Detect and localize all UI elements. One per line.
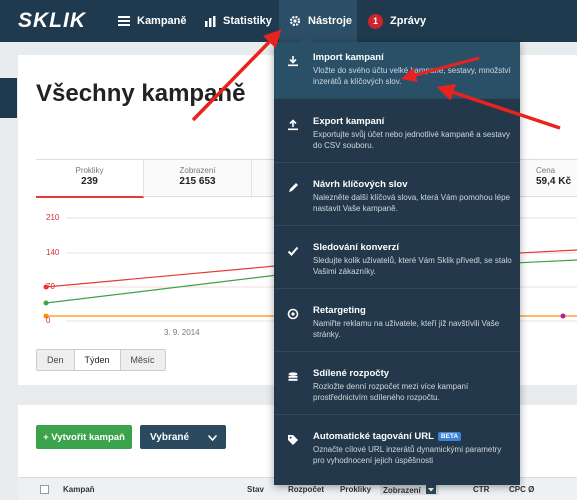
menu-item-title: Retargeting — [313, 305, 366, 316]
nav-tools-label: Nástroje — [308, 15, 353, 27]
menu-item-description: Vložte do svého účtu velké kampaně, sest… — [313, 66, 511, 86]
selected-actions-dropdown[interactable]: Vybrané — [140, 425, 226, 449]
gear-icon — [289, 15, 301, 27]
stat-cost[interactable]: Cena 59,4 Kč — [536, 160, 577, 198]
top-navigation: SKLIK Kampaně Statistiky Nástroje 1 Zprá… — [0, 0, 577, 42]
nav-tools[interactable]: Nástroje — [279, 0, 357, 42]
menu-item-title: Návrh klíčových slov — [313, 179, 408, 190]
menu-item-description: Namiřte reklamu na uživatele, kteří již … — [313, 319, 500, 339]
col-clicks[interactable]: Prokliky — [340, 485, 371, 494]
nav-campaigns[interactable]: Kampaně — [108, 0, 197, 42]
nav-messages[interactable]: 1 Zprávy — [358, 0, 436, 42]
hamburger-icon — [118, 16, 130, 26]
left-side-tab[interactable] — [0, 78, 17, 118]
col-status[interactable]: Stav — [247, 485, 264, 494]
tag-icon — [287, 434, 299, 446]
menu-item-description: Nalezněte další klíčová slova, která Vám… — [313, 193, 510, 213]
chevron-down-icon — [207, 433, 218, 444]
menu-item-auto-url-tagging[interactable]: Automatické tagování URL BETA Označte cíl… — [274, 421, 520, 478]
stat-value: 215 653 — [179, 176, 216, 187]
col-campaign[interactable]: Kampaň — [63, 485, 95, 494]
upload-icon — [287, 119, 299, 131]
menu-item-retargeting[interactable]: Retargeting Namiřte reklamu na uživatele… — [274, 295, 520, 352]
messages-count-badge: 1 — [368, 13, 383, 29]
y-tick-label: 140 — [46, 248, 60, 257]
tools-dropdown-menu: Import kampaní Vložte do svého účtu velk… — [274, 36, 520, 485]
stat-impressions[interactable]: Zobrazení 215 653 — [144, 160, 252, 198]
beta-badge: BETA — [437, 432, 462, 441]
menu-item-title: Sdílené rozpočty — [313, 368, 390, 379]
download-icon — [287, 55, 299, 67]
y-tick-label: 210 — [46, 213, 60, 222]
selected-actions-label: Vybrané — [150, 431, 190, 443]
menu-item-title: Automatické tagování URL BETA — [313, 431, 462, 442]
stat-label: Prokliky — [75, 166, 104, 175]
menu-item-description: Rozložte denní rozpočet mezi více kampan… — [313, 382, 469, 402]
sklik-logo[interactable]: SKLIK — [18, 9, 86, 33]
nav-messages-label: Zprávy — [390, 15, 427, 27]
stat-value: 59,4 Kč — [536, 176, 572, 187]
menu-item-title: Import kampaní — [313, 52, 384, 63]
nav-statistics-label: Statistiky — [223, 15, 272, 27]
create-campaign-button[interactable]: + Vytvořit kampaň — [36, 425, 132, 449]
nav-statistics[interactable]: Statistiky — [195, 0, 282, 42]
menu-item-conversion-tracking[interactable]: Sledování konverzí Sledujte kolik uživat… — [274, 232, 520, 289]
menu-item-title: Export kampaní — [313, 116, 385, 127]
page-title: Všechny kampaně — [36, 80, 246, 107]
period-week-button[interactable]: Týden — [74, 350, 121, 370]
menu-item-shared-budgets[interactable]: Sdílené rozpočty Rozložte denní rozpočet… — [274, 358, 520, 415]
stat-value: 239 — [81, 176, 98, 187]
target-icon — [287, 308, 299, 320]
col-cpc[interactable]: CPC Ø — [509, 485, 534, 494]
series-point — [560, 313, 566, 319]
col-budget[interactable]: Rozpočet — [288, 485, 324, 494]
y-tick-label: 70 — [46, 282, 55, 291]
pencil-icon — [287, 182, 299, 194]
coins-icon — [287, 371, 299, 383]
stat-label: Cena — [536, 166, 556, 175]
sort-desc-icon — [426, 485, 437, 494]
y-tick-label: 0 — [46, 316, 51, 325]
menu-item-description: Sledujte kolik uživatelů, které Vám Skli… — [313, 256, 512, 276]
x-tick-label: 3. 9. 2014 — [164, 328, 200, 337]
stat-label: Zobrazení — [179, 166, 216, 175]
menu-item-description: Označte cílové URL inzerátů dynamickými … — [313, 445, 502, 465]
menu-item-title: Sledování konverzí — [313, 242, 400, 253]
checkmark-icon — [287, 245, 299, 257]
menu-item-keyword-suggestions[interactable]: Návrh klíčových slov Nalezněte další klí… — [274, 169, 520, 226]
bar-chart-icon — [205, 15, 216, 27]
series-point — [43, 300, 49, 306]
menu-item-import-campaigns[interactable]: Import kampaní Vložte do svého účtu velk… — [274, 42, 520, 99]
stat-clicks[interactable]: Prokliky 239 — [36, 160, 144, 198]
period-day-button[interactable]: Den — [37, 350, 75, 370]
col-ctr[interactable]: CTR — [473, 485, 489, 494]
period-switch: Den Týden Měsíc — [36, 349, 166, 371]
col-impressions[interactable]: Zobrazení — [380, 485, 440, 495]
col-impressions-label: Zobrazení — [383, 486, 421, 495]
nav-campaigns-label: Kampaně — [137, 15, 187, 27]
menu-item-title-text: Automatické tagování URL — [313, 431, 434, 442]
menu-item-export-campaigns[interactable]: Export kampaní Exportujte svůj účet nebo… — [274, 106, 520, 163]
period-month-button[interactable]: Měsíc — [120, 350, 165, 370]
select-all-checkbox[interactable] — [40, 485, 49, 494]
menu-item-description: Exportujte svůj účet nebo jednotlivé kam… — [313, 130, 511, 150]
